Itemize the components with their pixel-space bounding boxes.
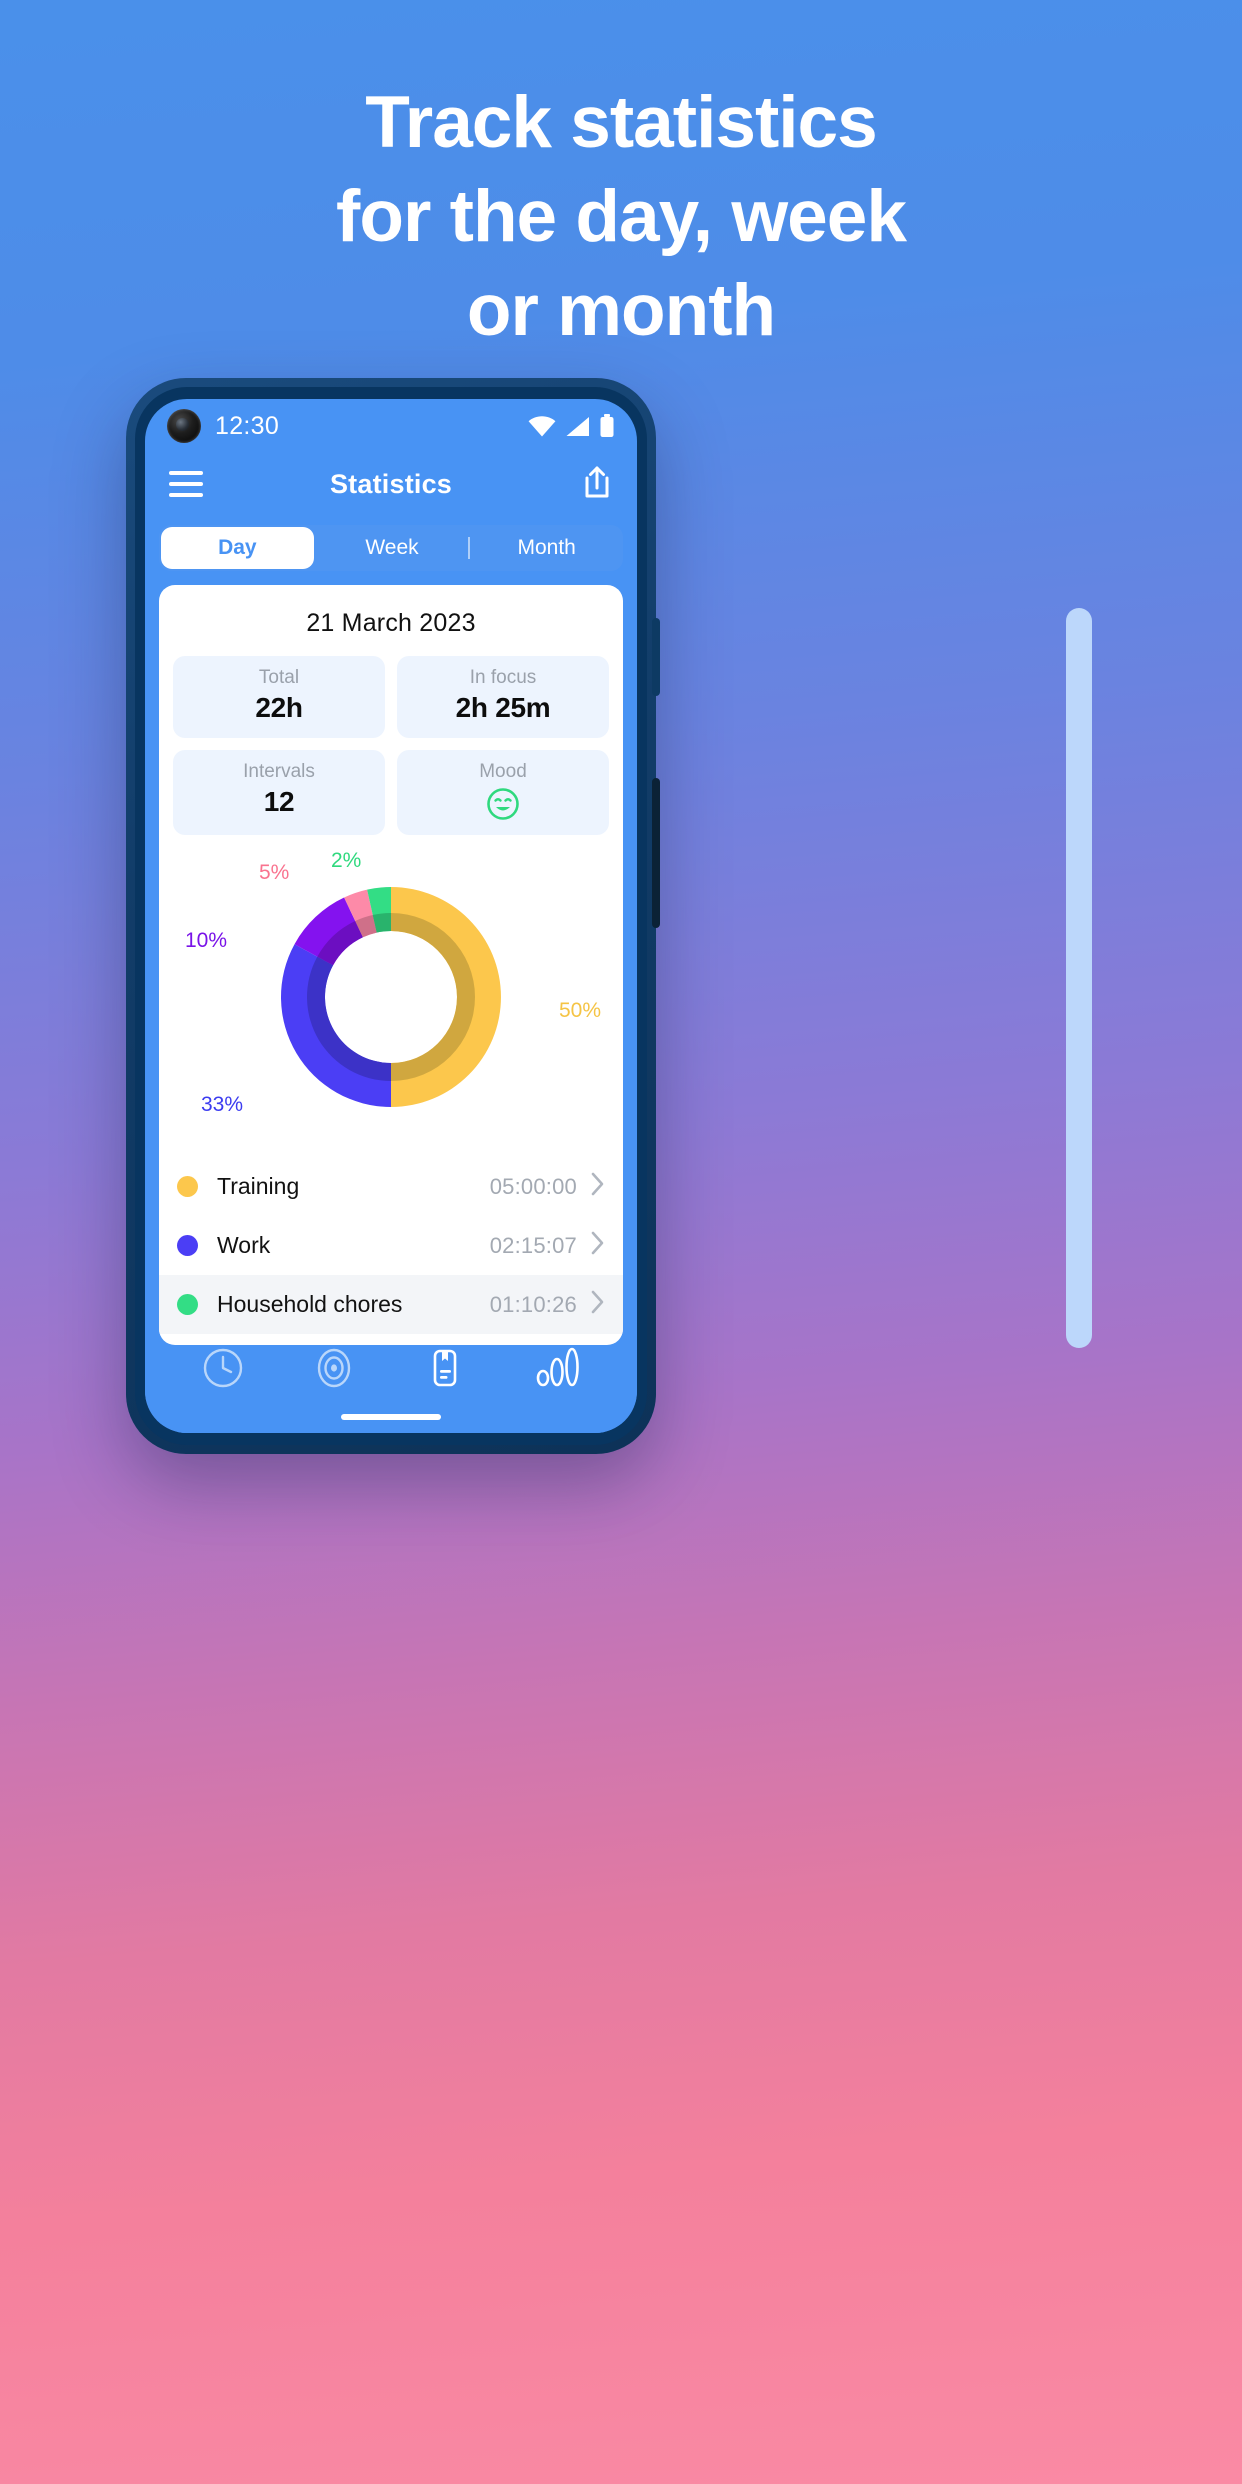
tile-mood: Mood <box>397 750 609 835</box>
nav-report-icon[interactable] <box>424 1347 466 1394</box>
hamburger-menu-icon[interactable] <box>169 471 203 497</box>
list-item[interactable]: Training 05:00:00 <box>177 1157 605 1216</box>
status-bar-icons <box>528 414 615 438</box>
chart-label-2: 2% <box>331 849 362 872</box>
wifi-icon <box>528 415 556 436</box>
headline-line-1: Track statistics <box>365 82 878 163</box>
headline-line-2: for the day, week <box>336 176 907 257</box>
summary-tiles: Total 22h In focus 2h 25m Intervals 12 M… <box>159 656 623 835</box>
legend-name: Work <box>217 1232 271 1258</box>
status-bar: 12:30 <box>145 399 637 453</box>
tab-week[interactable]: Week <box>316 525 469 571</box>
legend-color-dot <box>177 1235 198 1256</box>
legend-name: Household chores <box>217 1291 403 1317</box>
app-bar: Statistics <box>145 453 637 515</box>
legend-name: Training <box>217 1173 300 1199</box>
phone-mockup: 12:30 Statistics Day Week Month 21 March… <box>126 378 660 1454</box>
period-tabs: Day Week Month <box>159 525 623 571</box>
tile-total-value: 22h <box>255 692 303 723</box>
statistics-card: 21 March 2023 Total 22h In focus 2h 25m … <box>159 585 623 1345</box>
share-icon[interactable] <box>581 465 613 504</box>
list-item[interactable]: Household chores 01:10:26 <box>159 1275 623 1334</box>
tile-in-focus-value: 2h 25m <box>455 692 551 723</box>
category-list: Training 05:00:00 Work 02:15:07 Househol… <box>159 1157 623 1334</box>
battery-icon <box>600 414 614 437</box>
page-title: Statistics <box>329 468 453 499</box>
legend-color-dot <box>177 1294 198 1315</box>
chart-label-5: 5% <box>259 861 290 884</box>
legend-duration: 01:10:26 <box>489 1291 577 1317</box>
headline-line-3: or month <box>466 270 776 351</box>
home-indicator <box>341 1414 441 1420</box>
tile-intervals: Intervals 12 <box>173 750 385 835</box>
tab-month[interactable]: Month <box>470 525 623 571</box>
promo-headline: Track statistics for the day, week or mo… <box>0 86 1242 368</box>
phone-screen: 12:30 Statistics Day Week Month 21 March… <box>145 399 637 1433</box>
volume-button <box>652 618 660 696</box>
nav-target-icon[interactable] <box>313 1347 355 1394</box>
donut-svg <box>280 886 501 1107</box>
chevron-right-icon[interactable] <box>591 1231 605 1260</box>
tile-total-label: Total <box>258 667 300 688</box>
tab-day[interactable]: Day <box>161 527 314 569</box>
chart-label-10: 10% <box>185 929 228 952</box>
tile-in-focus: In focus 2h 25m <box>397 656 609 738</box>
tile-mood-label: Mood <box>479 761 527 782</box>
chevron-right-icon[interactable] <box>591 1290 605 1319</box>
front-camera-icon <box>167 409 201 443</box>
nav-clock-icon[interactable] <box>202 1347 244 1394</box>
carousel-peek-right <box>1066 608 1092 1348</box>
tile-intervals-label: Intervals <box>243 761 315 782</box>
phone-bezel: 12:30 Statistics Day Week Month 21 March… <box>135 387 647 1445</box>
tile-total: Total 22h <box>173 656 385 738</box>
status-bar-time: 12:30 <box>215 411 280 440</box>
nav-bar-chart-icon[interactable] <box>535 1347 581 1394</box>
chevron-right-icon[interactable] <box>591 1172 605 1201</box>
time-distribution-donut-chart: 50% 33% 10% 5% 2% <box>159 847 623 1157</box>
segment-work <box>280 944 391 1107</box>
smiley-face-icon <box>397 786 609 821</box>
chart-label-50: 50% <box>558 999 601 1022</box>
tile-in-focus-label: In focus <box>469 667 537 688</box>
legend-duration: 05:00:00 <box>489 1173 577 1199</box>
list-item[interactable]: Work 02:15:07 <box>177 1216 605 1275</box>
signal-icon <box>566 416 589 436</box>
chart-label-33: 33% <box>201 1093 244 1116</box>
legend-color-dot <box>177 1176 198 1197</box>
legend-duration: 02:15:07 <box>489 1232 577 1258</box>
power-button <box>652 778 660 928</box>
tile-intervals-value: 12 <box>263 786 295 817</box>
selected-date[interactable]: 21 March 2023 <box>159 585 623 656</box>
